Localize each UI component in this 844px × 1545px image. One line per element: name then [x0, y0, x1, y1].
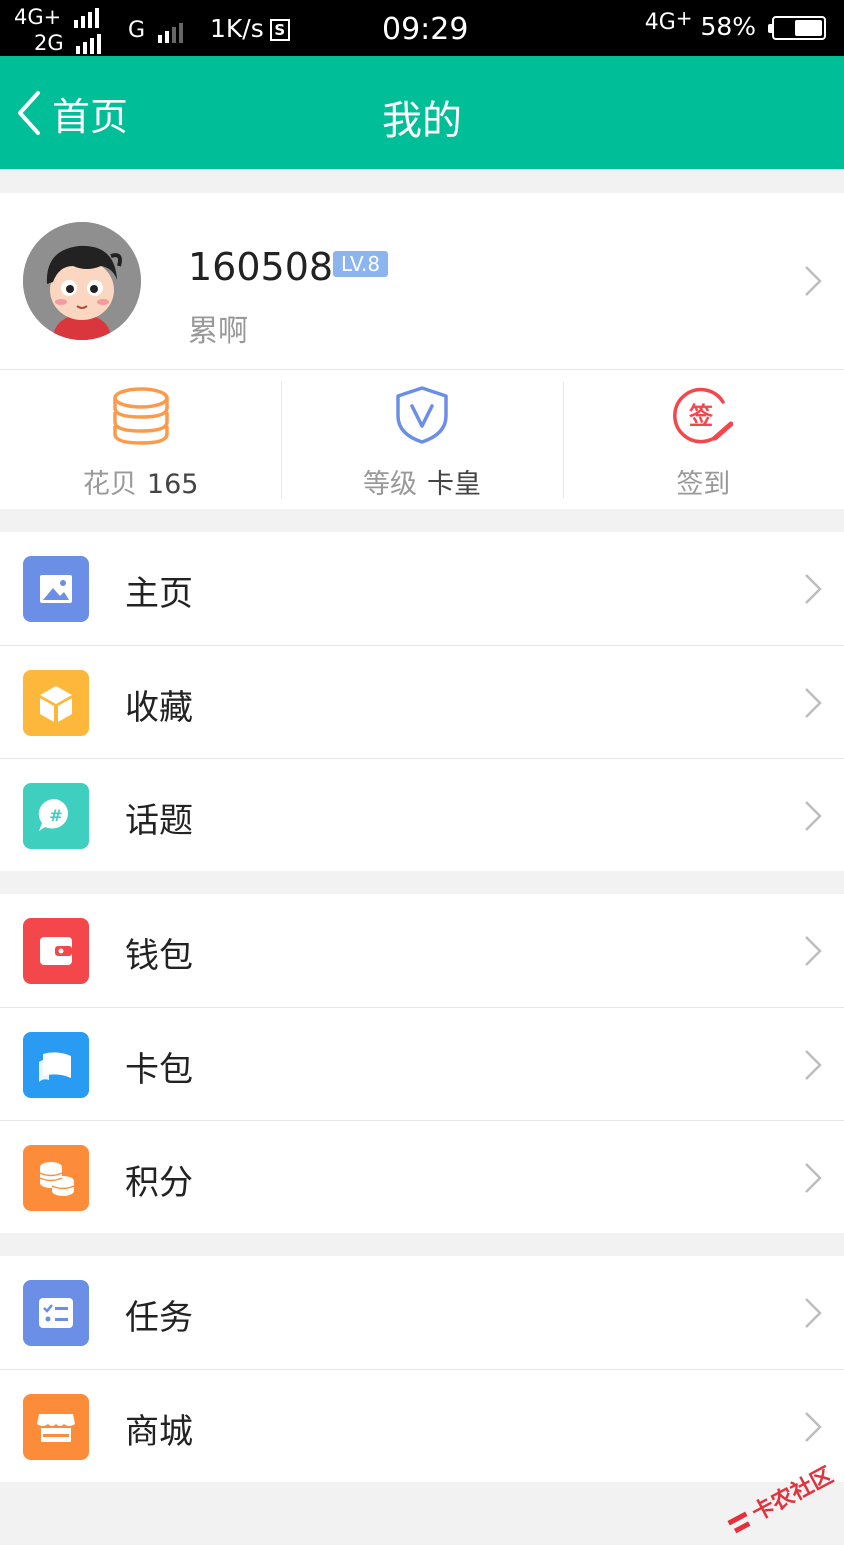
- clock: 09:29: [382, 12, 469, 47]
- chevron-right-icon: [805, 266, 822, 296]
- svg-text:#: #: [49, 806, 62, 825]
- checkin-stamp-icon: 签: [673, 387, 734, 444]
- signal-icon: [76, 32, 104, 54]
- avatar[interactable]: [23, 222, 141, 340]
- menu-item-topics[interactable]: # 话题: [0, 758, 844, 871]
- chevron-right-icon: [805, 1050, 822, 1080]
- menu-item-wallet-label: 钱包: [125, 936, 193, 976]
- title-bar: 首页 我的: [0, 56, 844, 169]
- stat-checkin[interactable]: 签 签到: [562, 370, 844, 509]
- stat-checkin-label: 签到: [563, 462, 844, 501]
- menu-item-points[interactable]: 积分: [0, 1120, 844, 1233]
- signature: 累啊: [188, 314, 248, 349]
- menu-item-tasks-label: 任务: [125, 1298, 193, 1338]
- stat-level-key: 等级: [362, 469, 417, 500]
- stat-huabei-key: 花贝: [82, 469, 137, 500]
- svg-text:签: 签: [688, 402, 714, 430]
- page-title: 我的: [382, 98, 462, 144]
- coins-icon: [23, 1145, 89, 1211]
- signal-icon: [158, 18, 186, 43]
- coins-stack-icon: [112, 387, 169, 445]
- network-speed: 1K/s S: [210, 14, 290, 43]
- menu-item-cardbag[interactable]: 卡包: [0, 1007, 844, 1120]
- stat-huabei-value: 165: [146, 469, 199, 500]
- avatar-image: [23, 222, 141, 340]
- network-type-2: 2G: [34, 31, 64, 55]
- chevron-right-icon: [805, 801, 822, 831]
- menu-item-mall[interactable]: 商城: [0, 1369, 844, 1482]
- menu-item-mall-label: 商城: [125, 1412, 193, 1452]
- sim-icon: S: [269, 19, 290, 41]
- chevron-right-icon: [805, 688, 822, 718]
- wallet-icon: [23, 918, 89, 984]
- menu-item-favorites-label: 收藏: [125, 688, 193, 728]
- stat-huabei[interactable]: 花贝 165: [0, 370, 281, 509]
- level-badge: LV.8: [333, 251, 389, 277]
- image-icon: [23, 556, 89, 622]
- menu-group-2: 钱包 卡包 积分: [0, 894, 844, 1233]
- menu-item-homepage-label: 主页: [125, 574, 193, 614]
- username: 160508: [188, 245, 334, 289]
- speed-label: 1K/s: [210, 14, 264, 43]
- menu-group-1: 主页 收藏 # 话题: [0, 532, 844, 871]
- battery-percent: 58%: [700, 12, 757, 41]
- signal-icon: [73, 6, 102, 28]
- task-list-icon: [23, 1280, 89, 1346]
- profile-card[interactable]: 160508 LV.8 累啊: [0, 193, 844, 370]
- stat-level-label: 等级 卡皇: [281, 462, 562, 501]
- hashtag-chat-icon: #: [23, 783, 89, 849]
- network-type-3: G: [128, 18, 186, 43]
- chevron-right-icon: [805, 1298, 822, 1328]
- box-icon: [23, 670, 89, 736]
- chevron-right-icon: [805, 1412, 822, 1442]
- shop-icon: [23, 1394, 89, 1460]
- menu-item-cardbag-label: 卡包: [125, 1050, 193, 1090]
- battery-icon: [768, 16, 826, 40]
- network-type-3-label: G: [128, 18, 146, 43]
- network-type-1: 4G+: [14, 5, 62, 29]
- stat-level[interactable]: 等级 卡皇: [281, 370, 562, 509]
- network-indicator: 4G+ 2G: [14, 5, 102, 54]
- menu-item-tasks[interactable]: 任务: [0, 1256, 844, 1369]
- menu-item-homepage[interactable]: 主页: [0, 532, 844, 645]
- stat-level-value: 卡皇: [426, 469, 481, 500]
- menu-group-3: 任务 商城: [0, 1256, 844, 1482]
- status-right: 4G+ 58%: [644, 6, 826, 41]
- stats-row: 花贝 165 等级 卡皇 签 签到: [0, 370, 844, 509]
- chevron-right-icon: [805, 1163, 822, 1193]
- menu-item-points-label: 积分: [125, 1163, 193, 1203]
- stat-checkin-key: 签到: [676, 469, 731, 500]
- chevron-right-icon: [805, 574, 822, 604]
- menu-item-topics-label: 话题: [125, 801, 193, 841]
- chevron-right-icon: [805, 936, 822, 966]
- status-bar: 4G+ 2G G 1K/s S 09:29 4G+ 58%: [0, 0, 844, 56]
- stat-huabei-label: 花贝 165: [0, 462, 281, 501]
- menu-item-wallet[interactable]: 钱包: [0, 894, 844, 1007]
- menu-item-favorites[interactable]: 收藏: [0, 645, 844, 758]
- network-type-4: 4G: [644, 10, 676, 35]
- card-icon: [23, 1032, 89, 1098]
- shield-v-icon: [396, 386, 448, 444]
